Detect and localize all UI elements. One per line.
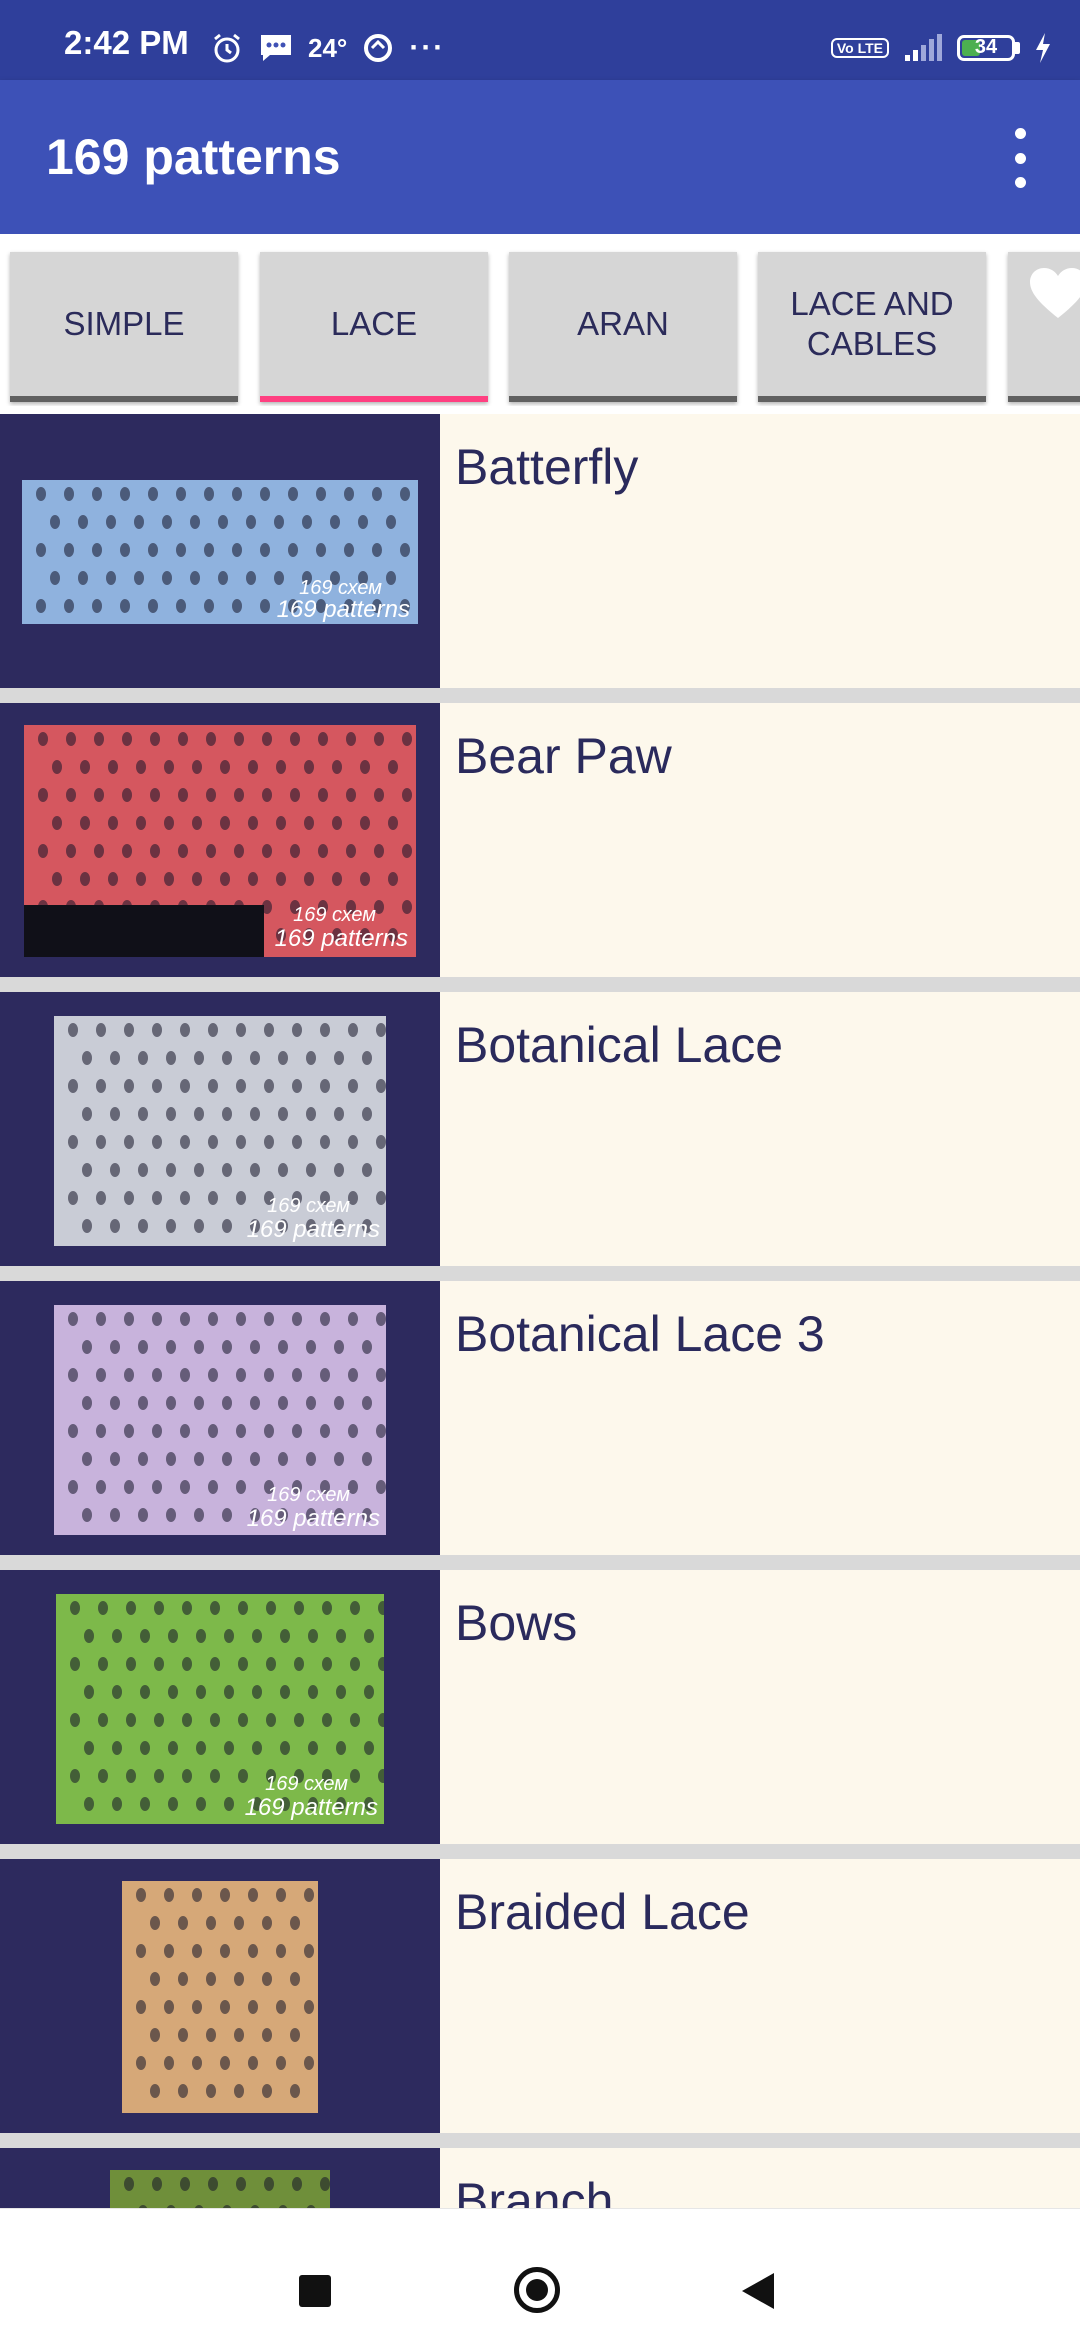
lace-texture <box>110 2170 330 2208</box>
category-tabs: SIMPLE LACE ARAN LACE AND CABLES <box>0 234 1080 406</box>
pattern-name: Botanical Lace 3 <box>455 1306 825 1362</box>
status-icons-left: 24° ··· <box>210 30 445 66</box>
pattern-thumbnail: 169 схем 169 patterns <box>54 1305 386 1535</box>
pattern-name: Braided Lace <box>455 1884 750 1940</box>
page-title: 169 patterns <box>46 129 341 185</box>
list-item[interactable]: 169 схем 169 patterns Botanical Lace <box>0 992 1080 1266</box>
signal-icon <box>905 34 942 61</box>
pattern-thumbnail <box>122 1881 318 2113</box>
pattern-name: Bows <box>455 1595 578 1651</box>
pattern-thumbnail: 169 схем 169 patterns <box>56 1594 388 1824</box>
watermark-en: 169 patterns <box>276 596 410 623</box>
battery-level: 34 <box>974 36 998 58</box>
tab-lace-and-cables[interactable]: LACE AND CABLES <box>758 252 986 402</box>
pattern-name: Botanical Lace <box>455 1017 784 1073</box>
alarm-icon <box>214 33 240 63</box>
list-item[interactable]: 169 схем 169 patterns Botanical Lace 3 <box>0 1281 1080 1555</box>
lace-texture <box>122 1881 318 2113</box>
status-bar: 2:42 PM 24° ··· Vo LTE 34 <box>0 0 1080 80</box>
watermark-ru: 169 схем <box>267 1484 350 1506</box>
volte-icon: Vo LTE <box>830 38 889 58</box>
more-notifications-icon: ··· <box>409 31 446 64</box>
pattern-thumbnail: 169 схем 169 patterns <box>24 725 416 957</box>
tab-label: ARAN <box>577 305 669 342</box>
list-item[interactable]: 169 схем 169 patterns Batterfly <box>0 414 1080 688</box>
battery-icon: 34 <box>957 35 1015 61</box>
list-item[interactable]: Branch <box>0 2148 1080 2208</box>
tab-label: LACE AND CABLES <box>790 285 954 362</box>
more-vert-icon[interactable] <box>1000 128 1040 188</box>
watermark-en: 169 patterns <box>274 925 408 952</box>
heart-icon <box>1030 268 1080 318</box>
recents-icon[interactable] <box>299 2275 331 2307</box>
tab-simple[interactable]: SIMPLE <box>10 252 238 402</box>
status-icons-right: Vo LTE 34 <box>830 30 1052 66</box>
system-nav-bar <box>0 2208 1080 2341</box>
pattern-name: Batterfly <box>455 439 639 495</box>
pattern-list: 169 схем 169 patterns Batterfly 169 схем… <box>0 414 1080 2208</box>
home-icon[interactable] <box>514 2267 560 2313</box>
tab-label: LACE <box>330 305 418 342</box>
watermark-ru: 169 схем <box>265 1773 348 1795</box>
watermark-en: 169 patterns <box>246 1216 380 1243</box>
list-item[interactable]: Braided Lace <box>0 1859 1080 2133</box>
tab-lace[interactable]: LACE <box>260 252 488 402</box>
pattern-thumbnail <box>110 2170 330 2208</box>
pattern-thumbnail: 169 схем 169 patterns <box>22 480 418 624</box>
data-saver-icon <box>364 34 393 62</box>
tab-aran[interactable]: ARAN <box>509 252 737 402</box>
watermark-ru: 169 схем <box>293 904 376 926</box>
back-icon[interactable] <box>742 2273 774 2309</box>
temperature: 24° <box>308 32 348 63</box>
pattern-name: Branch <box>455 2173 614 2208</box>
tab-label: SIMPLE <box>63 305 185 342</box>
watermark-ru: 169 схем <box>267 1195 350 1217</box>
message-icon <box>261 35 291 61</box>
watermark-en: 169 patterns <box>246 1505 380 1532</box>
pattern-thumbnail: 169 схем 169 patterns <box>54 1016 386 1246</box>
pattern-name: Bear Paw <box>455 728 672 784</box>
watermark-en: 169 patterns <box>244 1794 378 1821</box>
charging-icon <box>1036 33 1050 63</box>
app-bar: 169 patterns <box>0 80 1080 234</box>
tab-favorites[interactable] <box>1008 252 1080 402</box>
status-time: 2:42 PM <box>64 24 189 61</box>
list-item[interactable]: 169 схем 169 patterns Bows <box>0 1570 1080 1844</box>
list-item[interactable]: 169 схем 169 patterns Bear Paw <box>0 703 1080 977</box>
